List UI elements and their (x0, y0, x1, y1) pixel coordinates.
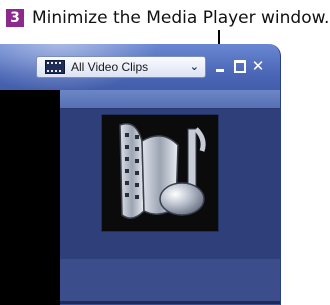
minimize-button[interactable] (212, 58, 228, 74)
close-button[interactable]: ✕ (250, 57, 266, 75)
minimize-icon (216, 68, 224, 72)
video-pane (0, 90, 60, 305)
maximize-button[interactable] (232, 58, 248, 74)
library-dropdown[interactable]: All Video Clips ⌄ (36, 56, 206, 78)
step-number-badge: 3 (6, 9, 24, 27)
library-dropdown-label: All Video Clips (71, 60, 149, 74)
maximize-icon (234, 59, 246, 73)
chevron-down-icon: ⌄ (189, 60, 199, 73)
instruction-text: Minimize the Media Player window. (32, 8, 330, 28)
album-art[interactable] (102, 115, 218, 231)
instruction-caption: 3 Minimize the Media Player window. (6, 6, 329, 30)
content-header-bar (60, 90, 280, 109)
content-divider (60, 301, 280, 304)
artwork-area (60, 109, 280, 259)
media-player-window: All Video Clips ⌄ ✕ (0, 44, 281, 305)
close-icon: ✕ (251, 57, 265, 75)
title-bar[interactable]: All Video Clips ⌄ ✕ (0, 44, 280, 90)
video-clips-icon (45, 60, 65, 74)
film-reel-music-note-icon (119, 123, 206, 219)
content-pane (60, 90, 280, 305)
